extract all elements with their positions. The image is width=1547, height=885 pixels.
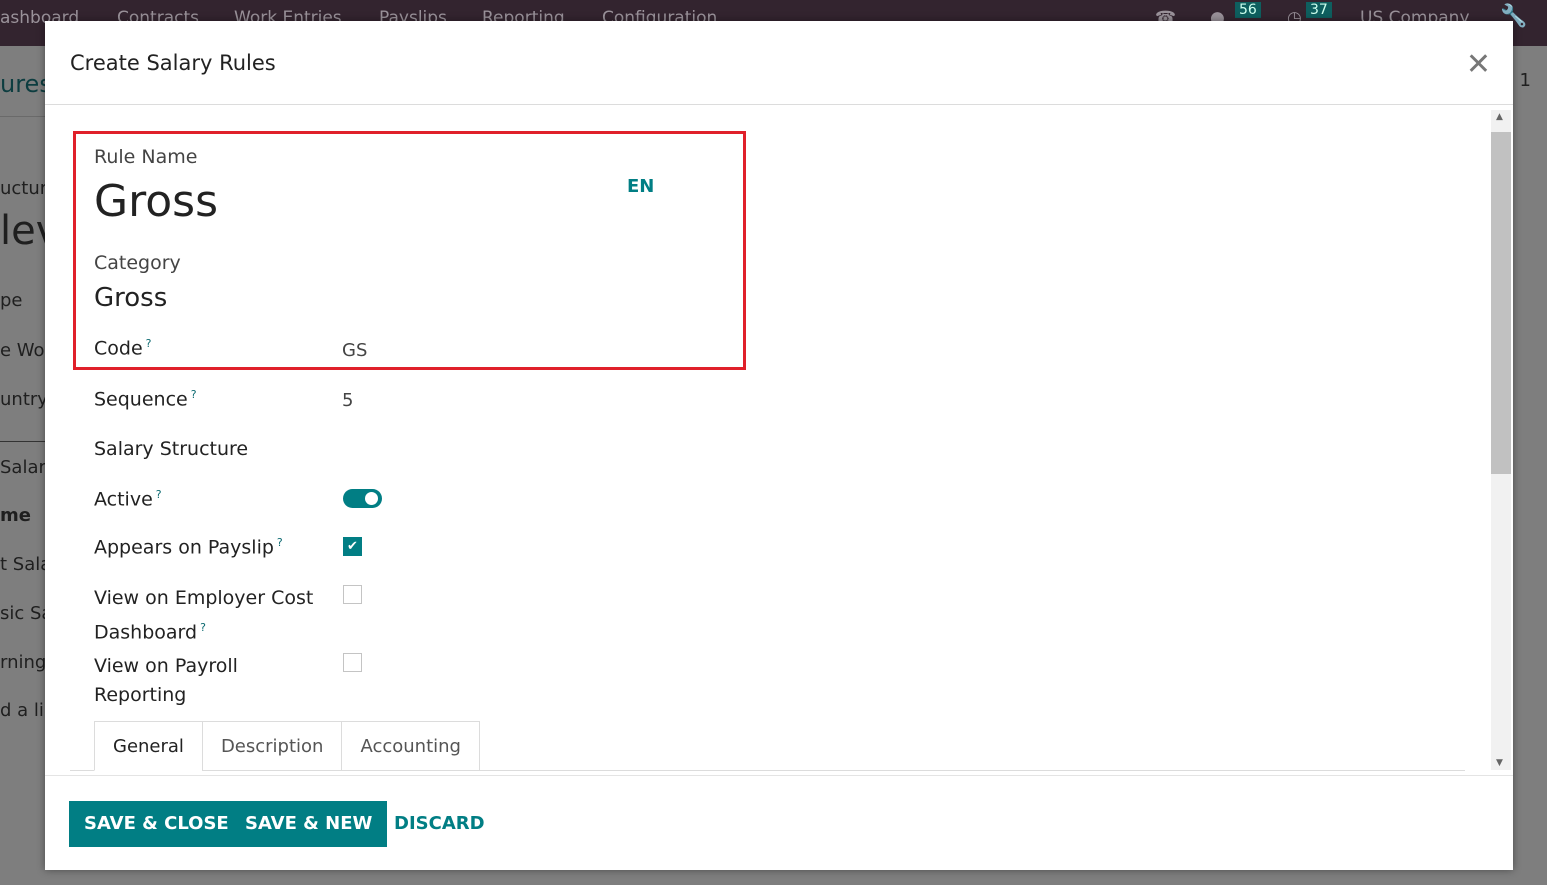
salary-structure-label: Salary Structure bbox=[94, 438, 249, 460]
appears-on-payslip-checkbox[interactable]: ✔ bbox=[343, 537, 362, 556]
scroll-down-icon[interactable]: ▼ bbox=[1496, 758, 1503, 768]
employer-cost-checkbox[interactable] bbox=[343, 585, 362, 604]
tab-accounting[interactable]: Accounting bbox=[341, 721, 480, 771]
dialog-footer: SAVE & CLOSE SAVE & NEW DISCARD bbox=[45, 775, 1513, 870]
language-button[interactable]: EN bbox=[627, 176, 654, 197]
rule-name-label: Rule Name bbox=[94, 146, 198, 168]
payroll-reporting-checkbox[interactable] bbox=[343, 653, 362, 672]
sequence-label: Sequence? bbox=[94, 388, 197, 411]
dialog-title: Create Salary Rules bbox=[70, 51, 276, 75]
help-icon[interactable]: ? bbox=[156, 488, 162, 501]
active-toggle[interactable] bbox=[343, 489, 382, 508]
bg-text: uctur bbox=[0, 178, 48, 199]
scrollbar[interactable]: ▲ ▼ bbox=[1491, 110, 1511, 770]
discard-button[interactable]: DISCARD bbox=[394, 801, 485, 847]
employer-cost-label: View on Employer Cost Dashboard? bbox=[94, 587, 314, 644]
rule-name-input[interactable]: Gross bbox=[94, 176, 218, 227]
sequence-input[interactable]: 5 bbox=[342, 390, 353, 411]
help-icon[interactable]: ? bbox=[146, 337, 152, 350]
create-salary-rules-dialog: Create Salary Rules ✕ Rule Name Gross EN… bbox=[45, 21, 1513, 870]
tab-general[interactable]: General bbox=[94, 721, 203, 771]
messages-badge: 56 bbox=[1235, 2, 1261, 18]
close-icon[interactable]: ✕ bbox=[1466, 47, 1491, 82]
save-close-button[interactable]: SAVE & CLOSE bbox=[69, 801, 244, 847]
bg-text: t Sala bbox=[0, 554, 52, 575]
activities-badge: 37 bbox=[1306, 2, 1332, 18]
code-label: Code? bbox=[94, 337, 152, 360]
dialog-body: Rule Name Gross EN Category Gross Code? … bbox=[45, 106, 1513, 775]
bg-text: untry bbox=[0, 389, 48, 410]
bg-text: me bbox=[0, 505, 31, 526]
category-label: Category bbox=[94, 252, 181, 274]
help-icon[interactable]: ? bbox=[277, 536, 283, 549]
tab-description[interactable]: Description bbox=[201, 721, 343, 771]
help-icon[interactable]: ? bbox=[191, 388, 197, 401]
help-icon[interactable]: ? bbox=[200, 621, 206, 634]
bg-text: pe bbox=[0, 290, 23, 311]
code-input[interactable]: GS bbox=[342, 340, 367, 361]
appears-on-payslip-label: Appears on Payslip? bbox=[94, 536, 283, 559]
save-new-button[interactable]: SAVE & NEW bbox=[230, 801, 388, 847]
bg-pager: 1 bbox=[1519, 70, 1531, 91]
category-select[interactable]: Gross bbox=[94, 283, 167, 313]
form-tabs: General Description Accounting bbox=[94, 721, 480, 771]
payroll-reporting-label: View on Payroll Reporting bbox=[94, 655, 238, 706]
scrollbar-thumb[interactable] bbox=[1491, 132, 1511, 474]
scroll-up-icon[interactable]: ▲ bbox=[1496, 112, 1503, 122]
active-label: Active? bbox=[94, 488, 162, 511]
bg-text: d a lir bbox=[0, 700, 52, 721]
